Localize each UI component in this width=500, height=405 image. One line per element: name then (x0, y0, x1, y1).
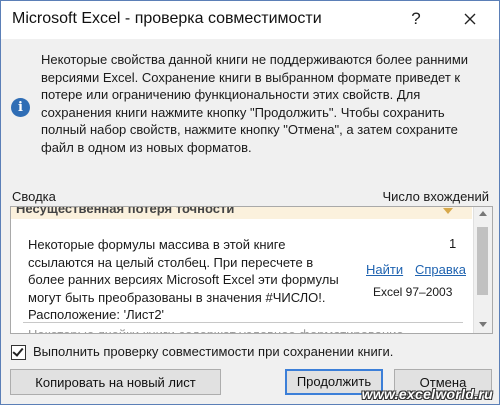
message-text: Некоторые свойства данной книги не подде… (41, 52, 469, 155)
issue-description: Некоторые формулы массива в этой книге с… (28, 236, 343, 324)
count-column-header: Число вхождений (382, 189, 489, 204)
group-header[interactable]: Несущественная потеря точности (11, 207, 472, 219)
group-title: Несущественная потеря точности (16, 207, 235, 216)
issue-text: Некоторые формулы массива в этой книге с… (28, 237, 339, 305)
issues-list[interactable]: Несущественная потеря точности Некоторые… (10, 206, 493, 334)
scroll-down-arrow-icon[interactable] (479, 322, 487, 327)
item-separator (23, 322, 463, 323)
check-on-save-checkbox[interactable] (11, 345, 26, 360)
close-icon (464, 13, 476, 25)
copy-to-new-sheet-button[interactable]: Копировать на новый лист (10, 369, 221, 395)
summary-column-header: Сводка (12, 189, 56, 204)
help-link[interactable]: Справка (415, 262, 466, 277)
issue-count: 1 (449, 236, 457, 251)
scroll-up-arrow-icon[interactable] (479, 211, 487, 216)
vertical-scrollbar[interactable] (473, 207, 492, 333)
title-bar: Microsoft Excel - проверка совместимости… (1, 1, 499, 39)
close-button[interactable] (459, 7, 481, 31)
collapse-chevron-icon[interactable] (443, 208, 453, 214)
scroll-thumb[interactable] (477, 227, 488, 295)
help-button[interactable]: ? (406, 9, 426, 31)
issue-location: Расположение: 'Лист2' (28, 307, 165, 322)
version-label: Excel 97–2003 (373, 285, 453, 299)
next-issue-partial: Некоторые ячейки книги содержат условное… (28, 326, 463, 333)
find-link[interactable]: Найти (366, 262, 403, 277)
check-on-save-label[interactable]: Выполнить проверку совместимости при сох… (33, 344, 393, 359)
window-title: Microsoft Excel - проверка совместимости (12, 10, 322, 27)
watermark: www.excelworld.ru (361, 386, 493, 402)
compatibility-checker-dialog: Microsoft Excel - проверка совместимости… (0, 0, 500, 405)
info-icon: i (11, 98, 30, 117)
checkmark-icon (12, 345, 24, 357)
